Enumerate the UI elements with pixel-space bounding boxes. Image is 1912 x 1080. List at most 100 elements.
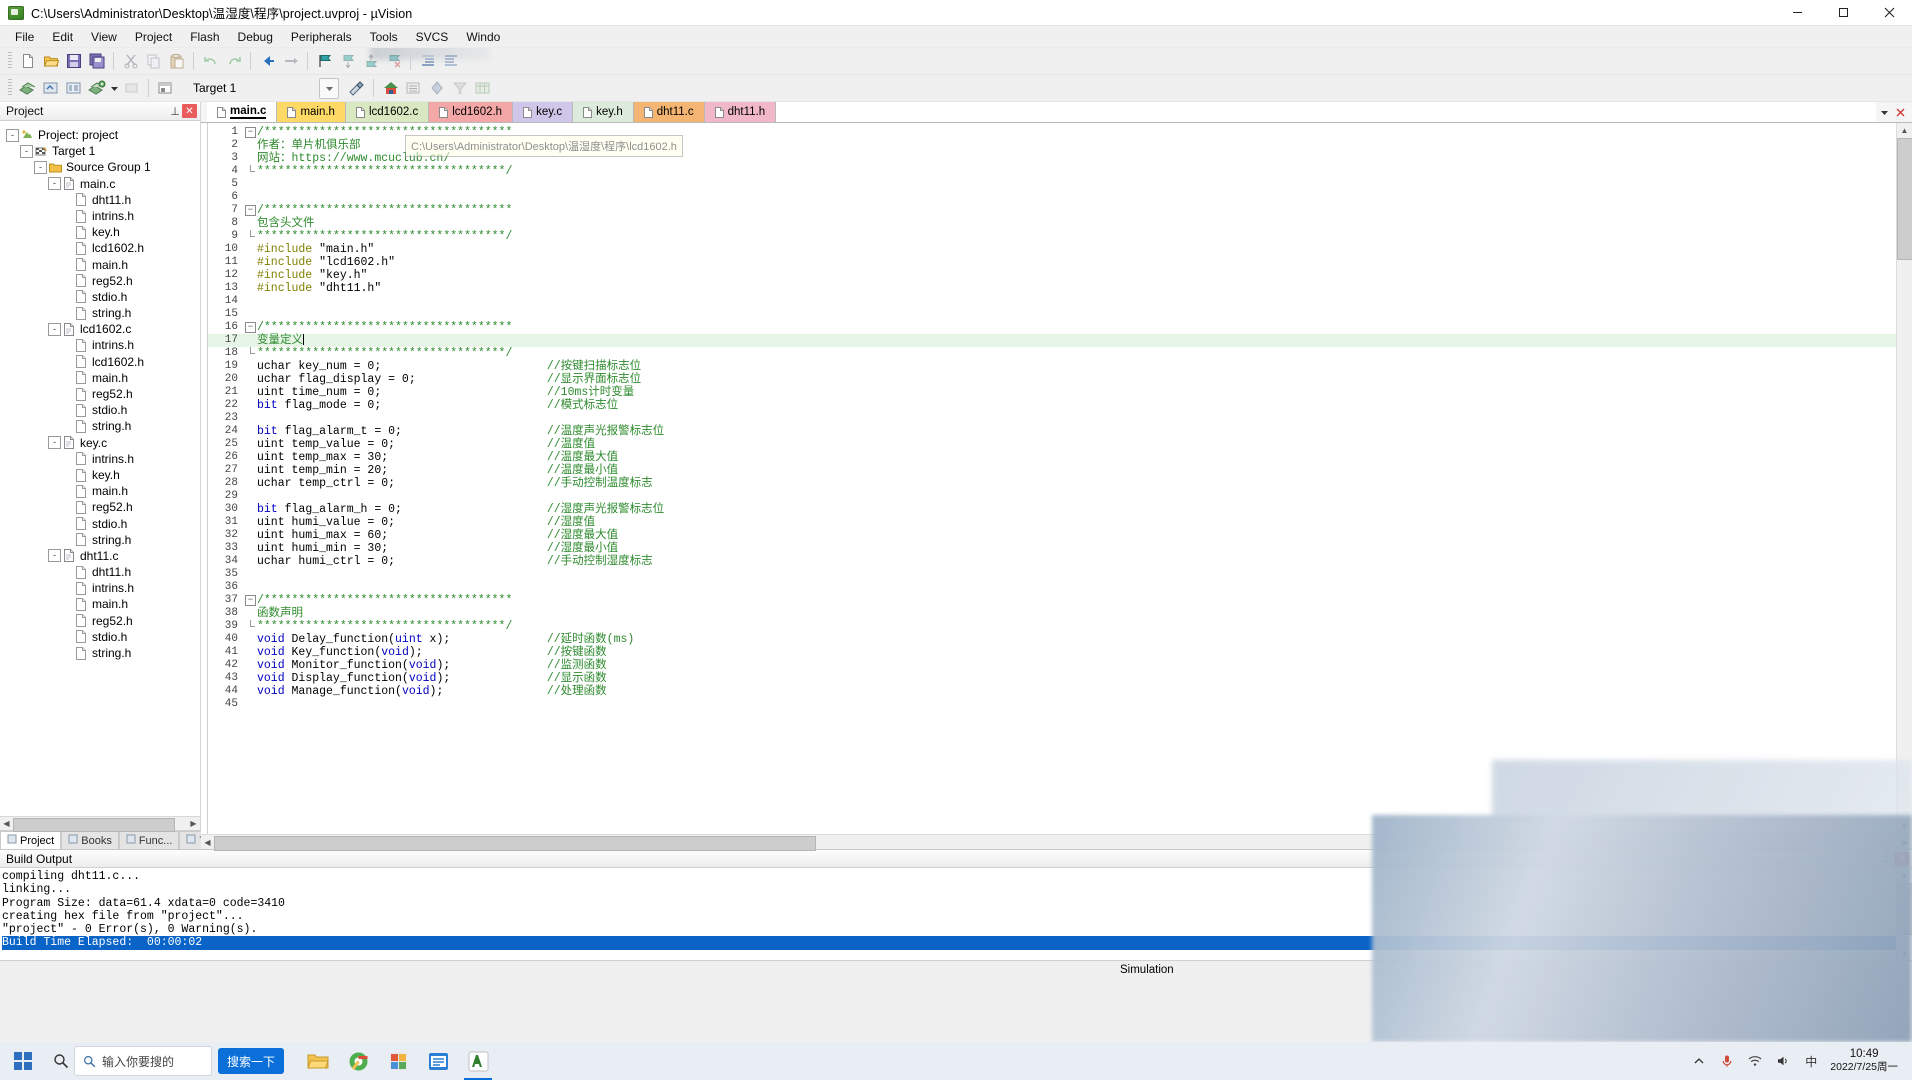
scroll-left-icon[interactable]: ◀ bbox=[201, 836, 214, 848]
taskbar-search-icon[interactable] bbox=[46, 1042, 76, 1080]
tree-item-intrins-h[interactable]: intrins.h bbox=[6, 451, 200, 467]
tree-item-stdio-h[interactable]: stdio.h bbox=[6, 516, 200, 532]
tree-collapse-icon[interactable]: - bbox=[20, 144, 33, 158]
code-line[interactable]: 44 void Manage_function(void); //处理函数 bbox=[208, 685, 1896, 698]
tree-collapse-icon[interactable]: - bbox=[6, 128, 19, 142]
filter-icon[interactable] bbox=[448, 77, 471, 99]
tree-item-reg52-h[interactable]: reg52.h bbox=[6, 273, 200, 289]
editor-tab-main-c[interactable]: main.c bbox=[207, 102, 278, 122]
cut-icon[interactable] bbox=[119, 50, 142, 72]
code-line[interactable]: 40 void Delay_function(uint x); //延时函数(ms… bbox=[208, 633, 1896, 646]
tree-collapse-icon[interactable]: - bbox=[48, 177, 61, 191]
ime-indicator[interactable]: 中 bbox=[1802, 1052, 1820, 1070]
project-tree-hscrollbar[interactable]: ◀ ▶ bbox=[0, 816, 200, 832]
pane-tab-project[interactable]: Project bbox=[0, 831, 62, 849]
tree-item-string-h[interactable]: string.h bbox=[6, 532, 200, 548]
search-submit-button[interactable]: 搜索一下 bbox=[218, 1048, 285, 1074]
code-line[interactable]: 45 bbox=[208, 698, 1896, 711]
menu-item-edit[interactable]: Edit bbox=[43, 27, 82, 47]
tree-item-stdio-h[interactable]: stdio.h bbox=[6, 289, 200, 305]
code-line[interactable]: 13 #include "dht11.h" bbox=[208, 282, 1896, 295]
tree-collapse-icon[interactable]: - bbox=[48, 549, 61, 563]
code-line[interactable]: 41 void Key_function(void); //按键函数 bbox=[208, 646, 1896, 659]
tree-item-string-h[interactable]: string.h bbox=[6, 418, 200, 434]
save-all-icon[interactable] bbox=[85, 50, 108, 72]
next-bookmark-icon[interactable] bbox=[336, 50, 359, 72]
code-line[interactable]: 9 ************************************/ bbox=[208, 230, 1896, 243]
hscroll-track[interactable] bbox=[13, 817, 187, 832]
menu-item-peripherals[interactable]: Peripherals bbox=[282, 27, 361, 47]
uvision-taskbar-icon[interactable] bbox=[458, 1042, 498, 1080]
tree-item-main-c[interactable]: - main.c bbox=[6, 176, 200, 192]
tree-item-key-c[interactable]: - key.c bbox=[6, 435, 200, 451]
editor-tab-lcd1602-h[interactable]: lcd1602.h bbox=[429, 102, 514, 122]
code-line[interactable]: 33 uint humi_min = 30; //湿度最小值 bbox=[208, 542, 1896, 555]
fold-marker[interactable]: − bbox=[244, 594, 257, 607]
manage-project-items-icon[interactable] bbox=[402, 77, 425, 99]
tree-item-main-h[interactable]: main.h bbox=[6, 257, 200, 273]
menu-item-debug[interactable]: Debug bbox=[229, 27, 282, 47]
new-file-icon[interactable] bbox=[16, 50, 39, 72]
close-tab-icon[interactable] bbox=[1892, 103, 1908, 121]
tree-item-lcd1602-h[interactable]: lcd1602.h bbox=[6, 354, 200, 370]
code-line[interactable]: 15 bbox=[208, 308, 1896, 321]
tree-item-target-1[interactable]: - Target 1 bbox=[6, 143, 200, 159]
toolbar-grip[interactable] bbox=[8, 79, 12, 97]
code-line[interactable]: 16−/************************************ bbox=[208, 321, 1896, 334]
minimize-button[interactable] bbox=[1774, 0, 1820, 25]
code-line[interactable]: 37−/************************************ bbox=[208, 594, 1896, 607]
paste-icon[interactable] bbox=[165, 50, 188, 72]
redo-icon[interactable] bbox=[222, 50, 245, 72]
pane-tab-books[interactable]: Books bbox=[61, 831, 119, 849]
code-line[interactable]: 17 变量定义 bbox=[208, 334, 1896, 347]
undo-icon[interactable] bbox=[199, 50, 222, 72]
start-button[interactable] bbox=[0, 1042, 46, 1080]
code-line[interactable]: 30 bit flag_alarm_h = 0; //湿度声光报警标志位 bbox=[208, 503, 1896, 516]
tree-item-dht11-h[interactable]: dht11.h bbox=[6, 564, 200, 580]
tray-expand-icon[interactable] bbox=[1690, 1052, 1708, 1070]
code-editor[interactable]: 1−/************************************ 2… bbox=[201, 123, 1896, 834]
code-line[interactable]: 26 uint temp_max = 30; //温度最大值 bbox=[208, 451, 1896, 464]
target-selector-label[interactable]: Target 1 bbox=[187, 79, 317, 97]
code-line[interactable]: 14 bbox=[208, 295, 1896, 308]
batch-build-dropdown-icon[interactable] bbox=[108, 77, 120, 99]
search-input[interactable]: 输入你要搜的 bbox=[74, 1046, 212, 1076]
scroll-right-icon[interactable]: ▶ bbox=[187, 817, 200, 830]
code-line[interactable]: 34 uchar humi_ctrl = 0; //手动控制湿度标志 bbox=[208, 555, 1896, 568]
vscroll-track[interactable] bbox=[1897, 138, 1912, 819]
save-icon[interactable] bbox=[62, 50, 85, 72]
microphone-icon[interactable] bbox=[1718, 1052, 1736, 1070]
tree-collapse-icon[interactable]: - bbox=[34, 160, 47, 174]
tree-item-main-h[interactable]: main.h bbox=[6, 370, 200, 386]
app-taskbar-icon-1[interactable] bbox=[378, 1042, 418, 1080]
app-taskbar-icon-2[interactable] bbox=[418, 1042, 458, 1080]
tree-item-reg52-h[interactable]: reg52.h bbox=[6, 386, 200, 402]
hscroll-thumb[interactable] bbox=[13, 817, 175, 832]
menu-item-flash[interactable]: Flash bbox=[181, 27, 228, 47]
browser-taskbar-icon[interactable] bbox=[338, 1042, 378, 1080]
menu-item-project[interactable]: Project bbox=[126, 27, 181, 47]
code-line[interactable]: 6 bbox=[208, 191, 1896, 204]
code-line[interactable]: 18 ************************************/ bbox=[208, 347, 1896, 360]
fold-marker[interactable]: − bbox=[244, 126, 257, 139]
tab-list-chevron-icon[interactable] bbox=[1876, 103, 1892, 121]
code-lines[interactable]: 1−/************************************ 2… bbox=[208, 123, 1896, 834]
code-line[interactable]: 5 bbox=[208, 178, 1896, 191]
tree-item-dht11-c[interactable]: - dht11.c bbox=[6, 548, 200, 564]
options-for-target-icon[interactable] bbox=[345, 77, 368, 99]
tree-item-main-h[interactable]: main.h bbox=[6, 483, 200, 499]
tree-item-string-h[interactable]: string.h bbox=[6, 305, 200, 321]
menu-item-svcs[interactable]: SVCS bbox=[407, 27, 458, 47]
tree-item-intrins-h[interactable]: intrins.h bbox=[6, 580, 200, 596]
navigate-backward-icon[interactable] bbox=[256, 50, 279, 72]
menu-item-tools[interactable]: Tools bbox=[361, 27, 407, 47]
tree-item-intrins-h[interactable]: intrins.h bbox=[6, 337, 200, 353]
maximize-button[interactable] bbox=[1820, 0, 1866, 25]
code-line[interactable]: 11 #include "lcd1602.h" bbox=[208, 256, 1896, 269]
editor-tab-dht11-c[interactable]: dht11.c bbox=[633, 102, 705, 122]
code-line[interactable]: 21 uint time_num = 0; //10ms计时变量 bbox=[208, 386, 1896, 399]
close-button[interactable] bbox=[1866, 0, 1912, 25]
tree-item-string-h[interactable]: string.h bbox=[6, 645, 200, 661]
code-line[interactable]: 35 bbox=[208, 568, 1896, 581]
project-tree[interactable]: - Project: project - Target 1- Source Group … bbox=[0, 121, 200, 816]
